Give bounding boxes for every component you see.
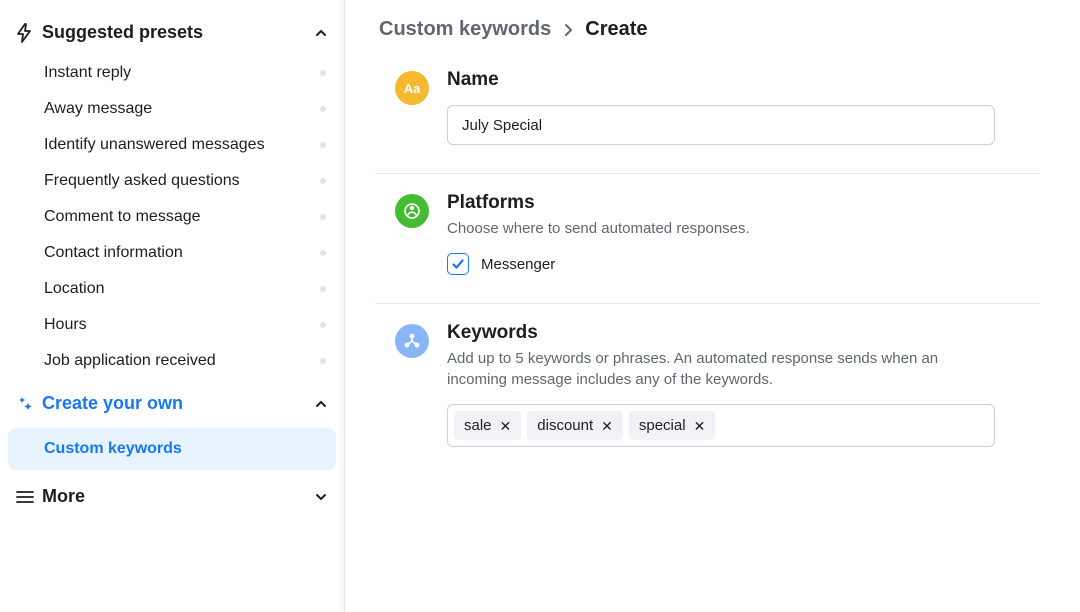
more-header[interactable]: More [0,472,344,521]
name-input[interactable] [447,105,995,145]
keywords-section: Keywords Add up to 5 keywords or phrases… [375,304,1040,475]
preset-item-instant-reply[interactable]: Instant reply [0,55,344,91]
preset-item-label: Away message [44,100,152,118]
sidebar-item-custom-keywords[interactable]: Custom keywords [8,428,336,470]
suggested-presets-label: Suggested presets [42,22,203,43]
messenger-label: Messenger [481,256,555,273]
platforms-section: Platforms Choose where to send automated… [375,174,1040,304]
menu-icon [16,490,42,504]
chevron-right-icon [563,23,573,37]
chevron-down-icon [314,490,328,504]
preset-item-label: Identify unanswered messages [44,136,265,154]
main-content: Custom keywords Create Aa Name Platforms… [345,0,1080,612]
breadcrumb-parent[interactable]: Custom keywords [379,18,551,41]
platforms-badge-icon [395,194,429,228]
preset-item-location[interactable]: Location [0,271,344,307]
status-dot [320,142,326,148]
preset-item-hours[interactable]: Hours [0,307,344,343]
lightning-icon [16,23,42,43]
name-badge-text: Aa [404,81,421,96]
sidebar-item-label: Custom keywords [44,440,182,457]
keyword-tag-label: special [639,417,686,434]
preset-item-label: Instant reply [44,64,131,82]
keywords-title: Keywords [447,322,1040,344]
sparkle-icon [16,395,42,413]
keyword-tag: special ✕ [629,411,715,440]
preset-item-away-message[interactable]: Away message [0,91,344,127]
name-section: Aa Name [375,69,1040,174]
preset-item-job-application[interactable]: Job application received [0,343,344,379]
create-your-own-label: Create your own [42,393,183,414]
chevron-up-icon [314,26,328,40]
more-label: More [42,486,85,507]
create-your-own-header[interactable]: Create your own [0,381,344,426]
preset-item-label: Hours [44,316,87,334]
preset-item-label: Comment to message [44,208,201,226]
preset-item-comment-to-message[interactable]: Comment to message [0,199,344,235]
suggested-presets-header[interactable]: Suggested presets [0,12,344,53]
preset-item-faq[interactable]: Frequently asked questions [0,163,344,199]
preset-list: Instant reply Away message Identify unan… [0,53,344,381]
status-dot [320,358,326,364]
remove-tag-icon[interactable]: ✕ [601,419,613,433]
keyword-tag: sale ✕ [454,411,521,440]
messenger-checkbox[interactable] [447,253,469,275]
preset-item-identify-unanswered[interactable]: Identify unanswered messages [0,127,344,163]
remove-tag-icon[interactable]: ✕ [500,419,512,433]
name-badge-icon: Aa [395,71,429,105]
preset-item-label: Contact information [44,244,183,262]
status-dot [320,70,326,76]
platforms-desc: Choose where to send automated responses… [447,218,987,239]
breadcrumb: Custom keywords Create [375,18,1040,41]
platforms-title: Platforms [447,192,1040,214]
sidebar: Suggested presets Instant reply Away mes… [0,0,345,612]
status-dot [320,286,326,292]
status-dot [320,106,326,112]
remove-tag-icon[interactable]: ✕ [694,419,706,433]
preset-item-contact-info[interactable]: Contact information [0,235,344,271]
keywords-input[interactable]: sale ✕ discount ✕ special ✕ [447,404,995,447]
status-dot [320,250,326,256]
keyword-tag: discount ✕ [527,411,623,440]
breadcrumb-current: Create [585,18,647,41]
status-dot [320,214,326,220]
preset-item-label: Frequently asked questions [44,172,240,190]
keywords-desc: Add up to 5 keywords or phrases. An auto… [447,348,987,390]
preset-item-label: Location [44,280,105,298]
name-title: Name [447,69,1040,91]
status-dot [320,178,326,184]
keyword-tag-label: sale [464,417,492,434]
keywords-badge-icon [395,324,429,358]
chevron-up-icon [314,397,328,411]
keyword-tag-label: discount [537,417,593,434]
preset-item-label: Job application received [44,352,216,370]
status-dot [320,322,326,328]
